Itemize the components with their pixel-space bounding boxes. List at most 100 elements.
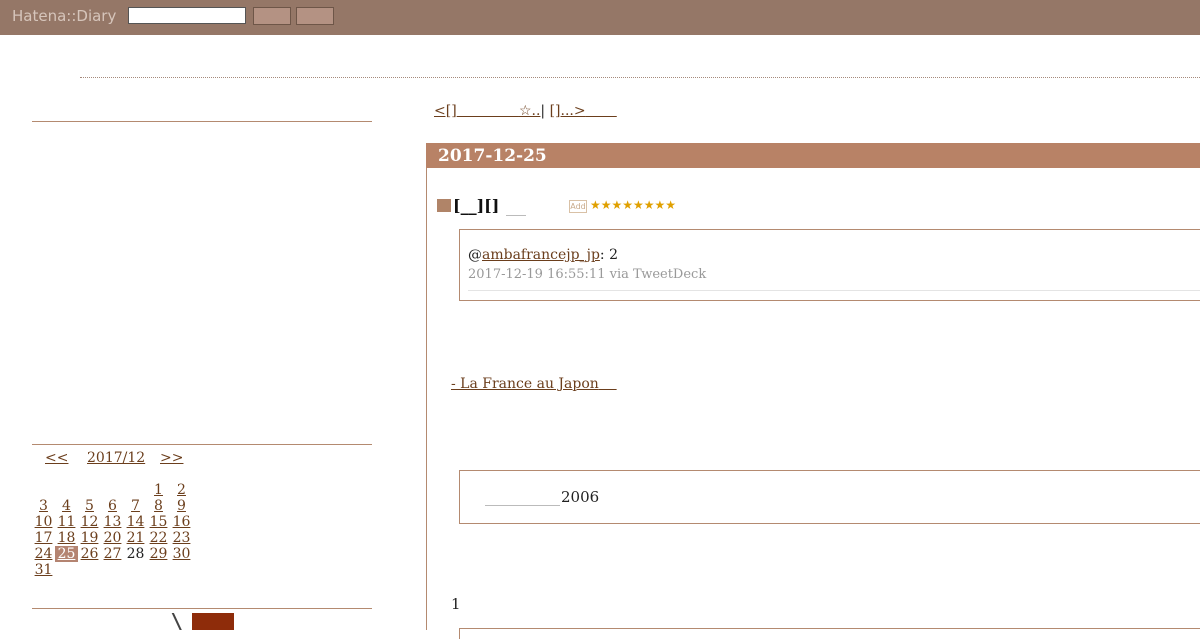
calendar-day: 30 xyxy=(170,546,193,562)
tweet-user-link[interactable]: ambafrancejp_jp xyxy=(482,247,600,263)
calendar-day-link[interactable]: 6 xyxy=(108,498,117,514)
calendar-day-link[interactable]: 18 xyxy=(58,530,76,546)
next-page-link[interactable]: []...> xyxy=(550,103,617,119)
calendar-day-link[interactable]: 27 xyxy=(104,546,122,562)
tweet-divider xyxy=(468,290,1200,291)
section-title: [__][] xyxy=(437,196,499,215)
calendar-empty-cell xyxy=(101,562,124,578)
prev-page-link[interactable]: <[] ☆.. xyxy=(434,103,540,119)
main-border xyxy=(426,168,427,630)
calendar-empty-cell xyxy=(147,562,170,578)
calendar-empty-cell xyxy=(124,562,147,578)
calendar-day: 5 xyxy=(78,498,101,514)
calendar-day-link[interactable]: 31 xyxy=(35,562,53,578)
tweet-box: @ambafrancejp_jp: 2 2017-12-19 16:55:11 … xyxy=(459,229,1200,301)
header-bar: Hatena::Diary xyxy=(0,0,1200,35)
calendar-day: 29 xyxy=(147,546,170,562)
calendar-day-link[interactable]: 15 xyxy=(150,514,168,530)
calendar-day-link[interactable]: 5 xyxy=(85,498,94,514)
calendar-day-link[interactable]: 3 xyxy=(39,498,48,514)
calendar-empty-cell xyxy=(32,482,55,498)
calendar-empty-cell xyxy=(55,562,78,578)
calendar-day-link[interactable]: 10 xyxy=(35,514,53,530)
calendar-day-link[interactable]: 20 xyxy=(104,530,122,546)
tweet-meta: 2017-12-19 16:55:11 via TweetDeck xyxy=(468,267,707,282)
sidebar-divider xyxy=(32,121,372,122)
calendar-day-link[interactable]: 8 xyxy=(154,498,163,514)
calendar-day: 20 xyxy=(101,530,124,546)
calendar-day: 16 xyxy=(170,514,193,530)
calendar-week: 24 25 26 27 28 29 30 xyxy=(32,546,193,562)
calendar-empty-cell xyxy=(101,482,124,498)
entry-date[interactable]: 2017-12-25 xyxy=(438,146,547,166)
quote-text: 2006 xyxy=(561,488,600,506)
calendar-day: 31 xyxy=(32,562,55,578)
calendar-month-link[interactable]: 2017/12 xyxy=(87,450,145,466)
calendar-day-link[interactable]: 19 xyxy=(81,530,99,546)
calendar-empty-cell xyxy=(124,482,147,498)
calendar-day-link[interactable]: 29 xyxy=(150,546,168,562)
header-divider xyxy=(80,77,1200,78)
calendar-day-link[interactable]: 30 xyxy=(173,546,191,562)
calendar-day-link[interactable]: 4 xyxy=(62,498,71,514)
calendar-day: 19 xyxy=(78,530,101,546)
calendar-day-link[interactable]: 21 xyxy=(127,530,145,546)
search-button[interactable] xyxy=(253,7,291,25)
calendar-day-link[interactable]: 16 xyxy=(173,514,191,530)
sidebar-image xyxy=(170,613,234,630)
calendar-day: 26 xyxy=(78,546,101,562)
calendar-day: 24 xyxy=(32,546,55,562)
calendar-day: 3 xyxy=(32,498,55,514)
calendar-day: 18 xyxy=(55,530,78,546)
calendar-day-link[interactable]: 11 xyxy=(58,514,76,530)
stars-icon[interactable]: ★★★★★★★★ xyxy=(590,198,676,212)
calendar-day-link[interactable]: 9 xyxy=(177,498,186,514)
calendar-day: 28 xyxy=(124,546,147,562)
calendar-prev-link[interactable]: << xyxy=(45,450,68,466)
calendar-day-link[interactable]: 23 xyxy=(173,530,191,546)
calendar-day-link[interactable]: 1 xyxy=(154,482,163,498)
calendar-next-link[interactable]: >> xyxy=(160,450,183,466)
add-star-button[interactable]: Add xyxy=(569,200,587,213)
calendar-day: 11 xyxy=(55,514,78,530)
calendar-empty-cell xyxy=(170,562,193,578)
calendar-day: 14 xyxy=(124,514,147,530)
calendar-day: 27 xyxy=(101,546,124,562)
calendar-day: 8 xyxy=(147,498,170,514)
la-france-link[interactable]: - La France au Japon xyxy=(451,376,617,392)
section-title-text: [__][] xyxy=(453,196,500,215)
search-input[interactable] xyxy=(128,7,246,24)
pager-separator: | xyxy=(540,103,546,119)
calendar-day-link[interactable]: 26 xyxy=(81,546,99,562)
section-anchor-icon[interactable] xyxy=(437,196,453,215)
calendar-day: 9 xyxy=(170,498,193,514)
site-logo[interactable]: Hatena::Diary xyxy=(12,7,116,25)
calendar-week: 10 11 12 13 14 15 16 xyxy=(32,514,193,530)
calendar-day-link[interactable]: 2 xyxy=(177,482,186,498)
quote-box: 2006 xyxy=(459,470,1200,524)
calendar-day: 6 xyxy=(101,498,124,514)
calendar-day: 10 xyxy=(32,514,55,530)
calendar-day-link[interactable]: 17 xyxy=(35,530,53,546)
calendar-day: 12 xyxy=(78,514,101,530)
calendar-week: 31 xyxy=(32,562,193,578)
calendar-day: 15 xyxy=(147,514,170,530)
calendar-empty-cell xyxy=(78,562,101,578)
calendar-day-link[interactable]: 12 xyxy=(81,514,99,530)
user-button[interactable] xyxy=(296,7,334,25)
calendar-week: 12 xyxy=(32,482,193,498)
calendar-day-link[interactable]: 7 xyxy=(131,498,140,514)
calendar-day: 21 xyxy=(124,530,147,546)
section-underline xyxy=(506,215,526,216)
calendar-day: 7 xyxy=(124,498,147,514)
calendar-day-link[interactable]: 14 xyxy=(127,514,145,530)
calendar-day: 2 xyxy=(170,482,193,498)
pager: <[] ☆..| []...> xyxy=(434,103,617,119)
calendar-day-link[interactable]: 24 xyxy=(35,546,53,562)
calendar-day-link[interactable]: 22 xyxy=(150,530,168,546)
calendar-day-link[interactable]: 25 xyxy=(58,546,76,562)
calendar-day: 1 xyxy=(147,482,170,498)
calendar-day-link[interactable]: 13 xyxy=(104,514,122,530)
calendar-day: 4 xyxy=(55,498,78,514)
calendar: 1 2 3 4 5 6 7 8 9 10 11 12 13 14 15 16 17 18 19 20 21 22 23 24 2… xyxy=(32,482,193,578)
